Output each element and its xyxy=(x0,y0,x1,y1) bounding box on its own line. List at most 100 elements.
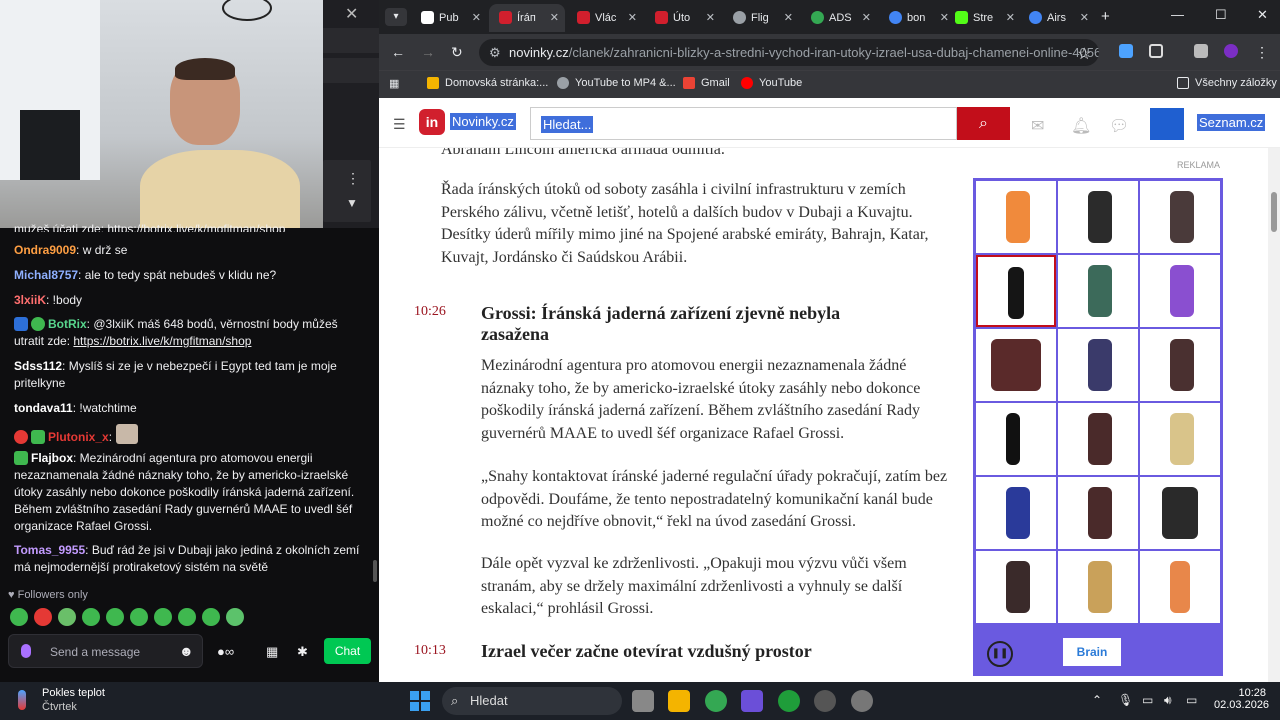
ad-product[interactable] xyxy=(976,329,1056,401)
reload-icon[interactable]: ↻ xyxy=(451,44,463,61)
emote-icon[interactable] xyxy=(226,608,244,626)
chat-username[interactable]: tondava11 xyxy=(14,401,73,415)
close-tab-icon[interactable]: ✕ xyxy=(1080,4,1089,32)
address-bar[interactable]: ⚙ novinky.cz/clanek/zahranicni-blizky-a-s… xyxy=(479,39,1099,66)
forward-icon[interactable]: → xyxy=(421,44,435,60)
chat-username[interactable]: Ondra9009 xyxy=(14,243,76,257)
emote-icon[interactable] xyxy=(106,608,124,626)
emote-icon[interactable] xyxy=(202,608,220,626)
ad-product[interactable] xyxy=(976,403,1056,475)
browser-tab[interactable]: Pub ✕ xyxy=(411,4,487,32)
chat-username[interactable]: 3lxiiK xyxy=(14,293,46,307)
close-icon[interactable]: ✕ xyxy=(345,4,358,24)
chat-bubble-icon[interactable]: 💬︎ xyxy=(1109,116,1129,136)
ad-product[interactable] xyxy=(1058,329,1138,401)
bookmark-item[interactable]: YouTube to MP4 &... xyxy=(557,77,676,89)
close-tab-icon[interactable]: ✕ xyxy=(784,4,793,32)
chat-link[interactable]: https://botrix.live/k/mgfitman/shop xyxy=(73,334,251,348)
bookmark-item[interactable]: Domovská stránka:... xyxy=(427,77,548,89)
volume-icon[interactable]: 🔊︎ xyxy=(1164,693,1172,708)
ad-product[interactable] xyxy=(1140,551,1220,623)
mail-icon[interactable]: ✉ xyxy=(1031,116,1044,136)
chat-message-input[interactable]: Send a message ☻ xyxy=(8,634,203,668)
emote-icon[interactable] xyxy=(34,608,52,626)
bell-icon[interactable]: 🔔︎ xyxy=(1071,116,1091,136)
browser-tab[interactable]: ADS ✕ xyxy=(801,4,877,32)
chat-username[interactable]: BotRix xyxy=(48,317,87,331)
browser-tab[interactable]: Airs ✕ xyxy=(1019,4,1095,32)
chat-username[interactable]: Flajbox xyxy=(31,451,73,465)
windows-start-icon[interactable] xyxy=(410,691,430,711)
store-icon[interactable]: ▦ xyxy=(266,644,278,660)
browser-tab[interactable]: Flig ✕ xyxy=(723,4,799,32)
chat-scrollbar[interactable] xyxy=(373,560,377,582)
site-info-icon[interactable]: ⚙ xyxy=(489,39,501,66)
site-search-input[interactable]: Hledat... xyxy=(530,107,957,140)
network-icon[interactable]: ▭ xyxy=(1142,693,1153,707)
microphone-icon[interactable] xyxy=(21,644,31,658)
battery-icon[interactable]: ▭ xyxy=(1186,693,1197,707)
ad-product[interactable] xyxy=(1058,403,1138,475)
microphone-icon[interactable]: 🎙︎ xyxy=(1118,693,1133,707)
weather-title[interactable]: Pokles teplot xyxy=(42,687,105,699)
ad-product[interactable] xyxy=(976,477,1056,549)
menu-icon[interactable]: ⋮ xyxy=(1255,44,1269,60)
taskbar-search[interactable]: ⌕ Hledat xyxy=(442,687,622,715)
chat-send-button[interactable]: Chat xyxy=(324,638,371,664)
media-control-icon[interactable] xyxy=(1194,44,1208,58)
emote-icon[interactable] xyxy=(178,608,196,626)
gear-icon[interactable]: ✱ xyxy=(297,644,308,660)
ad-product[interactable] xyxy=(1058,477,1138,549)
tab-search-icon[interactable]: ▾ xyxy=(385,8,407,26)
emote-icon[interactable] xyxy=(58,608,76,626)
emoji-icon[interactable]: ☻ xyxy=(179,643,194,659)
ad-product-grid[interactable] xyxy=(973,178,1223,626)
chevron-up-icon[interactable]: ⌃ xyxy=(1092,693,1102,707)
bookmark-item[interactable]: YouTube xyxy=(741,77,802,89)
task-view-icon[interactable] xyxy=(632,690,654,712)
extension-icon[interactable] xyxy=(1119,44,1133,58)
clock[interactable]: 10:28 02.03.2026 xyxy=(1214,687,1269,711)
chat-username[interactable]: Michal8757 xyxy=(14,268,78,282)
browser-tab[interactable]: Stre ✕ xyxy=(945,4,1021,32)
ad-brand-logo[interactable]: Brain xyxy=(1063,638,1121,666)
ad-product[interactable] xyxy=(1140,477,1220,549)
bookmark-star-icon[interactable]: ☆ xyxy=(1077,44,1091,64)
emote-icon[interactable] xyxy=(82,608,100,626)
app-icon[interactable] xyxy=(741,690,763,712)
app-notification-icon[interactable] xyxy=(814,690,836,712)
chrome-icon[interactable] xyxy=(705,690,727,712)
back-icon[interactable]: ← xyxy=(391,44,405,60)
ad-product[interactable] xyxy=(976,181,1056,253)
ad-product[interactable] xyxy=(1140,181,1220,253)
bookmark-item[interactable]: Gmail xyxy=(683,77,730,89)
new-tab-icon[interactable]: + xyxy=(1101,8,1110,25)
hamburger-menu-icon[interactable]: ☰ xyxy=(393,116,406,133)
chat-username[interactable]: Tomas_9955 xyxy=(14,543,85,557)
chat-username[interactable]: Plutonix_x xyxy=(48,430,109,444)
thermometer-icon[interactable] xyxy=(18,690,26,710)
ad-product[interactable] xyxy=(1058,181,1138,253)
browser-tab[interactable]: Úto ✕ xyxy=(645,4,721,32)
ad-product[interactable] xyxy=(1140,329,1220,401)
close-tab-icon[interactable]: ✕ xyxy=(1006,4,1015,32)
all-bookmarks[interactable]: Všechny záložky xyxy=(1177,77,1277,89)
ad-product[interactable] xyxy=(1140,403,1220,475)
browser-tab[interactable]: bon ✕ xyxy=(879,4,955,32)
extensions-puzzle-icon[interactable] xyxy=(1149,44,1163,58)
site-name[interactable]: Novinky.cz xyxy=(450,113,516,130)
file-explorer-icon[interactable] xyxy=(668,690,690,712)
more-options-icon[interactable]: ⋮ xyxy=(346,170,360,187)
close-tab-icon[interactable]: ✕ xyxy=(862,4,871,32)
user-avatar[interactable] xyxy=(1150,108,1184,140)
ad-product[interactable] xyxy=(1058,255,1138,327)
search-button[interactable]: ⌕ xyxy=(957,107,1010,140)
scrollbar-thumb[interactable] xyxy=(1271,192,1277,232)
emote-icon[interactable] xyxy=(130,608,148,626)
novinky-logo[interactable]: in xyxy=(419,109,445,135)
chat-username[interactable]: Sdss112 xyxy=(14,359,62,373)
close-window-icon[interactable]: ✕ xyxy=(1257,7,1268,23)
close-tab-icon[interactable]: ✕ xyxy=(628,4,637,32)
chevron-down-icon[interactable]: ▼ xyxy=(346,196,358,210)
ad-product[interactable] xyxy=(1140,255,1220,327)
